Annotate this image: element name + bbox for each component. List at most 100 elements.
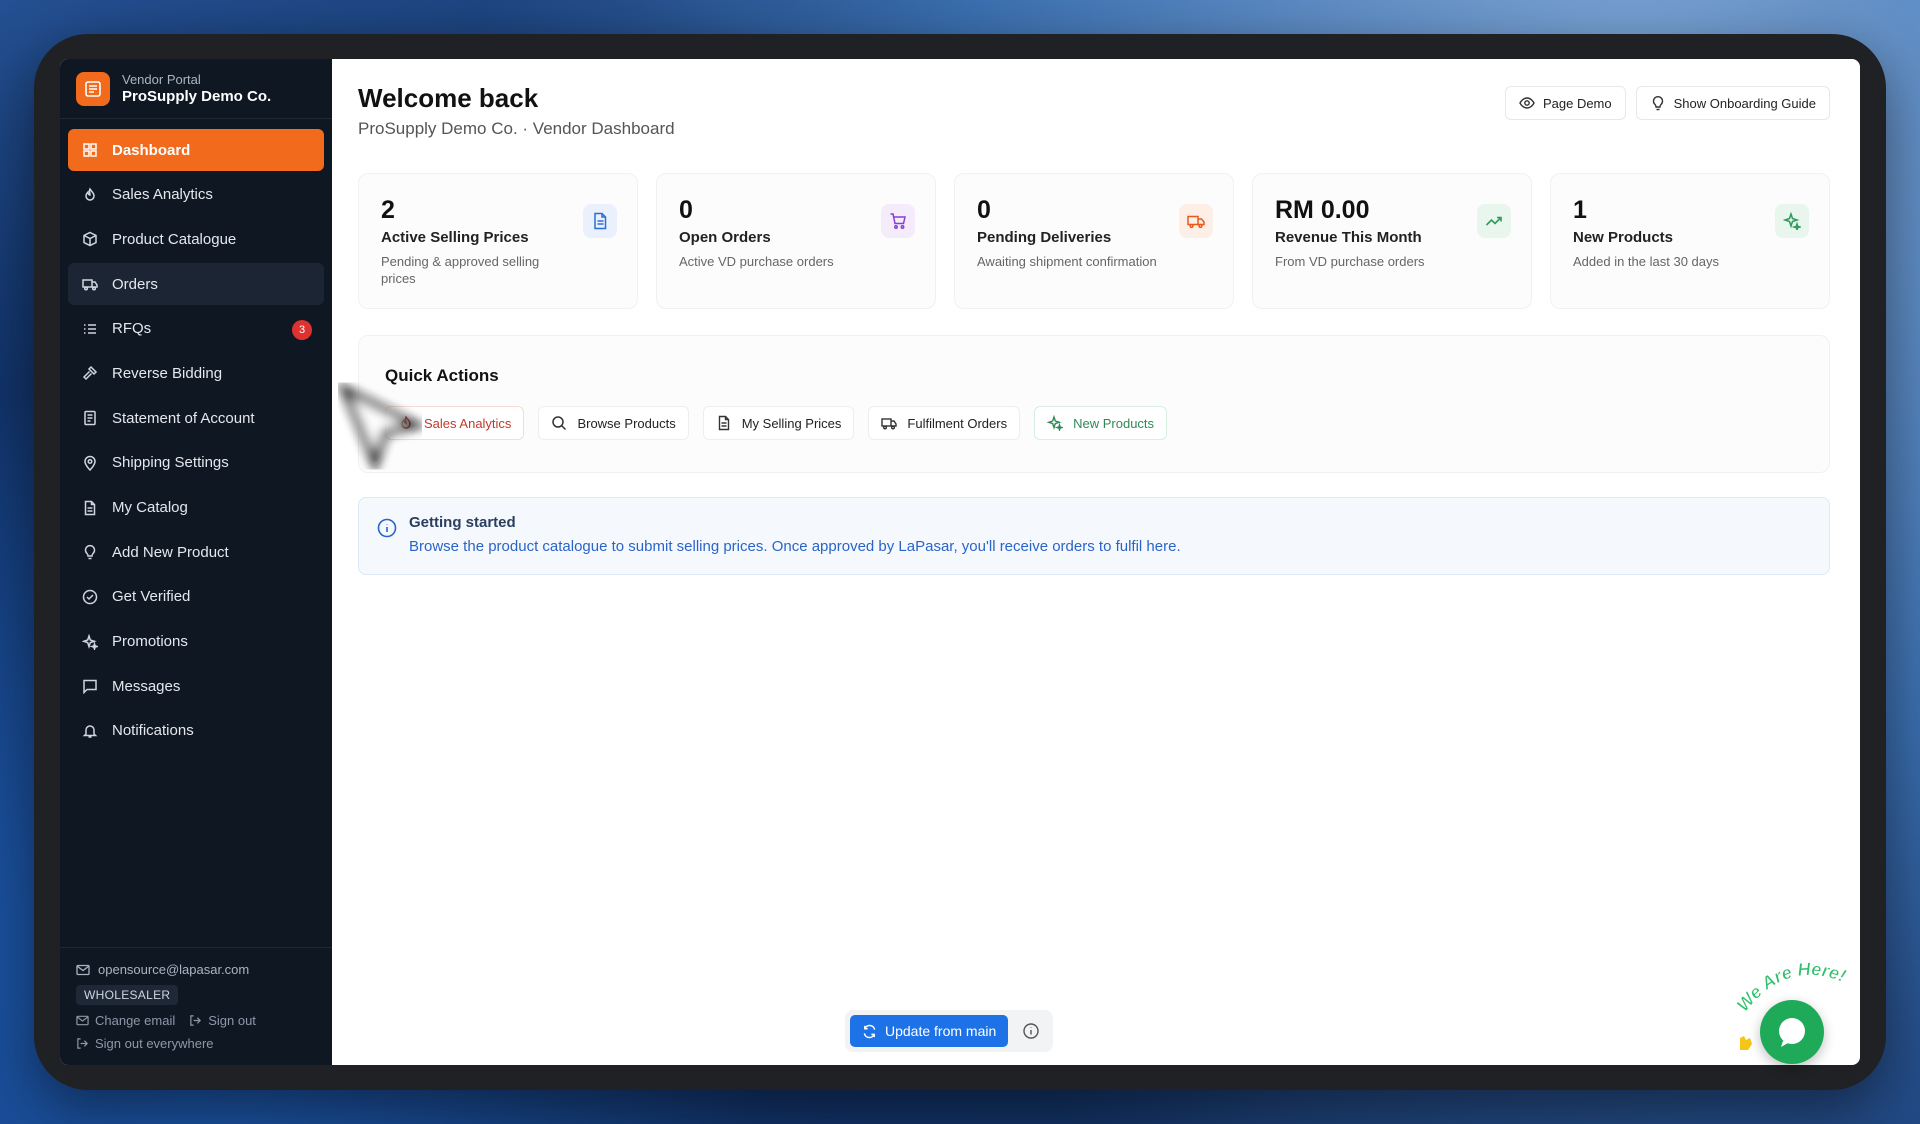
stat-card-new-products[interactable]: 1 New Products Added in the last 30 days: [1550, 173, 1830, 309]
doc-icon: [82, 410, 98, 426]
sidebar-item-sales-analytics[interactable]: Sales Analytics: [68, 174, 324, 216]
getting-started-alert: Getting started Browse the product catal…: [358, 497, 1830, 575]
stat-value: RM 0.00: [1275, 196, 1370, 224]
stat-label: Active Selling Prices: [381, 229, 529, 246]
store-logo-icon: [76, 71, 110, 106]
sidebar-item-label: Shipping Settings: [112, 454, 229, 472]
sidebar-item-label: Statement of Account: [112, 409, 255, 427]
account-email-row: opensource@lapasar.com: [76, 962, 316, 977]
sidebar-item-label: Orders: [112, 275, 158, 293]
document-icon: [583, 204, 617, 238]
sidebar-item-label: My Catalog: [112, 499, 188, 516]
stat-label: Pending Deliveries: [977, 229, 1112, 246]
brand-subtitle: Vendor Portal: [122, 71, 201, 87]
flame-icon: [82, 187, 98, 203]
lightbulb-icon: [1652, 96, 1663, 111]
page-demo-button[interactable]: Page Demo: [1504, 86, 1626, 120]
sign-out-icon: [77, 1038, 88, 1049]
sidebar-item-shipping-settings[interactable]: Shipping Settings: [68, 442, 324, 484]
stat-card-pending-deliveries[interactable]: 0 Pending Deliveries Awaiting shipment c…: [954, 173, 1234, 309]
info-icon[interactable]: [1022, 1022, 1040, 1040]
search-icon: [552, 416, 567, 431]
sparkle-icon: [1047, 415, 1064, 431]
update-from-main-label: Update from main: [885, 1023, 997, 1039]
update-toolbar: Update from main: [845, 1010, 1054, 1052]
change-email-link[interactable]: Change email: [76, 1013, 175, 1028]
document-icon: [718, 415, 729, 431]
sidebar-item-my-catalog[interactable]: My Catalog: [68, 487, 324, 529]
stat-card-revenue-this-month[interactable]: RM 0.00 Revenue This Month From VD purch…: [1252, 173, 1532, 309]
chat-icon: [82, 678, 98, 695]
waving-hand-icon: [1740, 1036, 1752, 1050]
sidebar-footer: opensource@lapasar.com WHOLESALER Change…: [60, 947, 332, 1065]
sidebar-item-rfqs[interactable]: RFQs 3: [68, 308, 324, 350]
sidebar-item-notifications[interactable]: Notifications: [68, 710, 324, 752]
stat-desc: From VD purchase orders: [1275, 254, 1425, 269]
page-subtitle: ProSupply Demo Co. · Vendor Dashboard: [358, 119, 675, 138]
sidebar-item-label: Get Verified: [112, 588, 191, 606]
eye-icon: [1519, 97, 1535, 109]
stat-desc: Pending & approved selling prices: [381, 254, 540, 286]
account-actions: Change email Sign out: [76, 1013, 316, 1028]
quick-action-new-products[interactable]: New Products: [1034, 406, 1168, 440]
sidebar-item-label: Add New Product: [112, 543, 229, 561]
sidebar-item-promotions[interactable]: Promotions: [68, 621, 324, 663]
sidebar: Vendor Portal ProSupply Demo Co. Dashboa…: [60, 59, 332, 1065]
quick-actions-title: Quick Actions: [385, 366, 499, 385]
sidebar-item-label: Sales Analytics: [112, 186, 213, 204]
sidebar-nav: Dashboard Sales Analytics Product Catalo…: [60, 119, 332, 765]
sidebar-item-add-new-product[interactable]: Add New Product: [68, 531, 324, 573]
sidebar-item-label: Notifications: [112, 722, 194, 740]
sidebar-item-product-catalogue[interactable]: Product Catalogue: [68, 218, 324, 260]
quick-action-browse-products[interactable]: Browse Products: [538, 406, 689, 440]
truck-icon: [1179, 204, 1213, 238]
trending-up-icon: [1477, 204, 1511, 238]
file-icon: [82, 500, 98, 516]
refresh-icon: [863, 1024, 876, 1038]
sidebar-item-messages[interactable]: Messages: [68, 665, 324, 707]
stat-desc: Awaiting shipment confirmation: [977, 254, 1157, 269]
sign-out-everywhere-link[interactable]: Sign out everywhere: [76, 1036, 214, 1051]
info-icon: [377, 518, 397, 538]
page-demo-label: Page Demo: [1542, 95, 1612, 111]
onboarding-guide-button[interactable]: Show Onboarding Guide: [1635, 86, 1830, 120]
brand[interactable]: Vendor Portal ProSupply Demo Co.: [60, 59, 332, 119]
sign-out-everywhere-label: Sign out everywhere: [95, 1036, 214, 1051]
gavel-icon: [82, 365, 98, 381]
rfq-count-badge: 3: [292, 319, 312, 340]
chat-widget-button[interactable]: [1760, 1000, 1824, 1064]
stat-desc: Active VD purchase orders: [679, 254, 834, 269]
mail-icon: [76, 1015, 89, 1026]
list-icon: [82, 321, 98, 337]
bell-icon: [82, 723, 98, 739]
sidebar-item-get-verified[interactable]: Get Verified: [68, 576, 324, 618]
chat-bubble-icon: [1779, 1018, 1805, 1047]
quick-action-fulfilment-orders[interactable]: Fulfilment Orders: [868, 406, 1021, 440]
sparkle-icon: [82, 633, 98, 650]
sidebar-item-reverse-bidding[interactable]: Reverse Bidding: [68, 352, 324, 394]
sparkle-icon: [1775, 204, 1809, 238]
stat-label: New Products: [1573, 229, 1674, 246]
sidebar-item-statement-of-account[interactable]: Statement of Account: [68, 397, 324, 439]
stat-value: 0: [977, 196, 991, 224]
stat-card-open-orders[interactable]: 0 Open Orders Active VD purchase orders: [656, 173, 936, 309]
sidebar-item-label: Product Catalogue: [112, 230, 237, 248]
sign-out-link[interactable]: Sign out: [189, 1013, 256, 1028]
stats-row: 2 Active Selling Prices Pending & approv…: [358, 173, 1830, 309]
quick-action-my-selling-prices[interactable]: My Selling Prices: [702, 406, 855, 440]
getting-started-text: Browse the product catalogue to submit s…: [409, 538, 1181, 555]
change-email-label: Change email: [95, 1013, 176, 1028]
quick-action-label: New Products: [1073, 415, 1155, 431]
sidebar-item-dashboard[interactable]: Dashboard: [68, 129, 324, 171]
app-window: Vendor Portal ProSupply Demo Co. Dashboa…: [60, 59, 1860, 1065]
update-from-main-button[interactable]: Update from main: [850, 1015, 1009, 1047]
stat-card-active-selling-prices[interactable]: 2 Active Selling Prices Pending & approv…: [358, 173, 638, 309]
stat-value: 0: [679, 196, 693, 224]
quick-actions-row: Sales Analytics Browse Products My Selli…: [385, 406, 1803, 440]
brand-name: ProSupply Demo Co.: [122, 87, 272, 105]
box-icon: [82, 231, 98, 247]
sidebar-item-orders[interactable]: Orders: [68, 263, 324, 306]
onboarding-guide-label: Show Onboarding Guide: [1673, 95, 1816, 111]
quick-action-label: Fulfilment Orders: [907, 415, 1008, 431]
stat-desc: Added in the last 30 days: [1573, 254, 1719, 269]
